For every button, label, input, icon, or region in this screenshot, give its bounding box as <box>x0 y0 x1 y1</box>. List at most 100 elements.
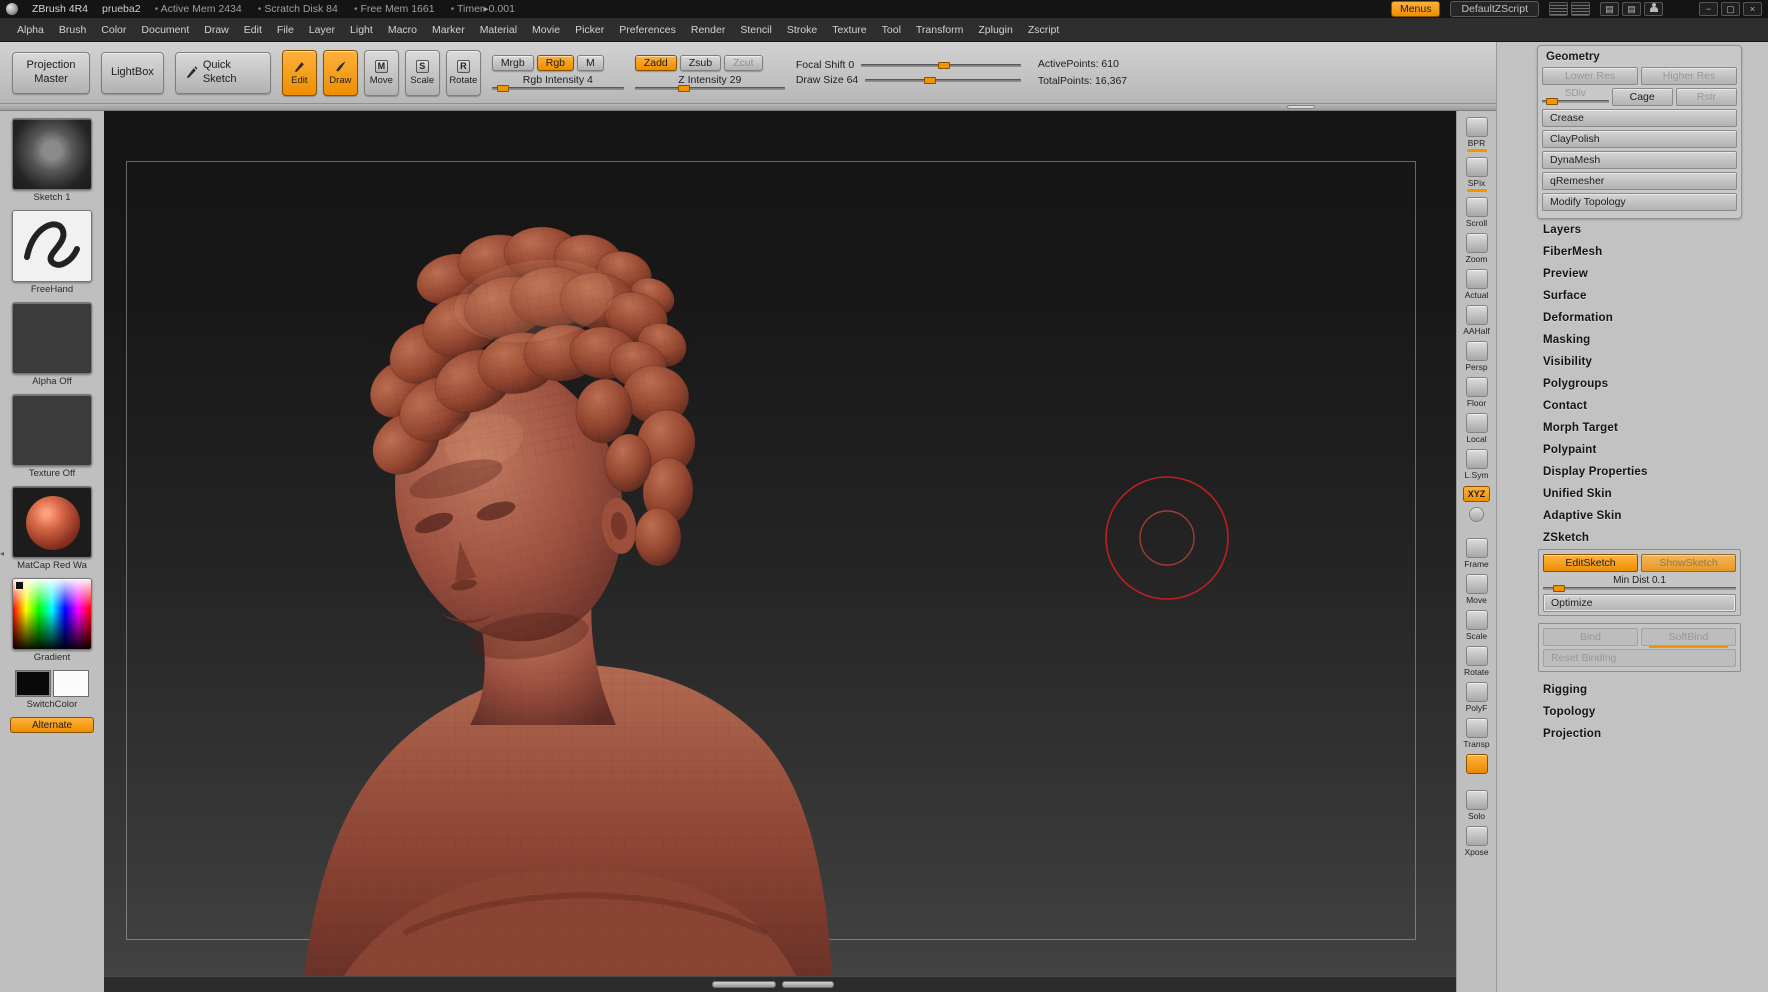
projection-master-button[interactable]: Projection Master <box>12 51 90 94</box>
palette-section[interactable]: Polypaint <box>1537 439 1742 461</box>
menu-item[interactable]: Stroke <box>784 22 820 38</box>
menu-item[interactable]: Layer <box>306 22 338 38</box>
texture-thumbnail[interactable] <box>12 394 92 466</box>
edit-sketch-button[interactable]: EditSketch <box>1543 554 1638 572</box>
toolbar-item[interactable]: XYZ <box>1457 482 1496 504</box>
stroke-selector[interactable]: FreeHand <box>10 210 94 295</box>
menu-item[interactable]: Movie <box>529 22 563 38</box>
higher-res-button[interactable]: Higher Res <box>1641 67 1737 85</box>
geometry-button[interactable]: DynaMesh <box>1542 151 1737 169</box>
geometry-button[interactable]: Crease <box>1542 109 1737 127</box>
menu-item[interactable]: Transform <box>913 22 966 38</box>
toolbar-item[interactable]: Scale <box>1457 607 1496 643</box>
palette-section[interactable]: Rigging <box>1537 679 1742 701</box>
menu-item[interactable]: Texture <box>829 22 869 38</box>
geometry-section[interactable]: Geometry <box>1542 48 1737 67</box>
menu-item[interactable]: Light <box>347 22 376 38</box>
palette-section[interactable]: Morph Target <box>1537 417 1742 439</box>
focal-shift-slider[interactable]: Focal Shift 0 <box>796 59 1021 71</box>
menu-item[interactable]: Render <box>688 22 728 38</box>
palette-section[interactable]: Preview <box>1537 263 1742 285</box>
menu-item[interactable]: Material <box>477 22 520 38</box>
toolbar-item[interactable]: Xpose <box>1457 823 1496 859</box>
color-picker[interactable]: Gradient <box>10 578 94 663</box>
main-color-swatch[interactable] <box>15 670 51 697</box>
palette-section[interactable]: FiberMesh <box>1537 241 1742 263</box>
optimize-button[interactable]: Optimize <box>1543 594 1736 612</box>
menu-item[interactable]: Marker <box>429 22 468 38</box>
menu-item[interactable]: Document <box>138 22 192 38</box>
menu-item[interactable]: Zscript <box>1025 22 1063 38</box>
slider-handle[interactable] <box>937 61 950 69</box>
rotate-mode-button[interactable]: R Rotate <box>445 49 481 96</box>
mrgb-button[interactable]: Mrgb <box>491 55 534 71</box>
slider-handle[interactable] <box>1545 98 1558 105</box>
user-icon[interactable] <box>1644 2 1663 16</box>
palette-section[interactable]: Display Properties <box>1537 461 1742 483</box>
toolbar-item[interactable]: BPR <box>1457 114 1496 154</box>
m-button[interactable]: M <box>577 55 604 71</box>
palette-section[interactable]: Contact <box>1537 395 1742 417</box>
menu-item[interactable]: Picker <box>572 22 607 38</box>
alpha-thumbnail[interactable] <box>12 302 92 374</box>
texture-selector[interactable]: Texture Off <box>10 394 94 479</box>
toolbar-item[interactable]: Floor <box>1457 374 1496 410</box>
menu-item[interactable]: Macro <box>385 22 420 38</box>
panel-bars-icon[interactable] <box>1549 2 1568 16</box>
toolbar-item[interactable] <box>1457 504 1496 535</box>
draw-mode-button[interactable]: Draw <box>322 49 358 96</box>
menu-item[interactable]: Draw <box>201 22 232 38</box>
toolbar-item[interactable]: PolyF <box>1457 679 1496 715</box>
move-mode-button[interactable]: M Move <box>363 49 399 96</box>
palette-section[interactable]: Visibility <box>1537 351 1742 373</box>
close-icon[interactable]: × <box>1743 2 1762 16</box>
toolbar-item[interactable]: SPix <box>1457 154 1496 194</box>
divider-handle[interactable] <box>1286 105 1315 109</box>
default-zscript-button[interactable]: DefaultZScript <box>1450 1 1539 17</box>
toolbar-item[interactable]: Scroll <box>1457 194 1496 230</box>
alpha-selector[interactable]: Alpha Off <box>10 302 94 387</box>
secondary-color-swatch[interactable] <box>53 670 89 697</box>
geometry-button[interactable]: Modify Topology <box>1542 193 1737 211</box>
zsketch-section[interactable]: ZSketch <box>1537 527 1742 549</box>
scale-mode-button[interactable]: S Scale <box>404 49 440 96</box>
sketch-thumbnail[interactable] <box>12 118 92 190</box>
toolbar-item[interactable]: Transp <box>1457 715 1496 751</box>
toolbar-item[interactable]: Move <box>1457 571 1496 607</box>
min-dist-slider[interactable]: Min Dist 0.1 <box>1543 575 1736 592</box>
toolbar-item[interactable] <box>1457 751 1496 787</box>
panel-bars-icon[interactable] <box>1571 2 1590 16</box>
stroke-preview-item[interactable]: Sketch 1 <box>10 118 94 203</box>
document-copy-icon[interactable]: ▤ <box>1600 2 1619 16</box>
toolbar-item[interactable]: Local <box>1457 410 1496 446</box>
alternate-button[interactable]: Alternate <box>10 717 94 733</box>
cage-button[interactable]: Cage <box>1611 88 1673 106</box>
rstr-button[interactable]: Rstr <box>1675 88 1738 106</box>
document-page-icon[interactable]: ▤ <box>1622 2 1641 16</box>
slider-handle[interactable] <box>497 85 510 92</box>
edit-mode-button[interactable]: Edit <box>281 49 317 96</box>
toolbar-item[interactable]: Rotate <box>1457 643 1496 679</box>
rgb-intensity-slider[interactable]: Rgb Intensity 4 <box>491 74 624 92</box>
palette-section[interactable]: Deformation <box>1537 307 1742 329</box>
matcap-sphere-icon[interactable] <box>12 486 92 558</box>
zsub-button[interactable]: Zsub <box>679 55 722 71</box>
toolbar-item[interactable]: Actual <box>1457 266 1496 302</box>
minimize-icon[interactable]: − <box>1699 2 1718 16</box>
menu-item[interactable]: File <box>274 22 297 38</box>
horizontal-scrollbar[interactable] <box>782 981 835 988</box>
toolbar-item[interactable]: L.Sym <box>1457 446 1496 482</box>
show-sketch-button[interactable]: ShowSketch <box>1641 554 1736 572</box>
slider-handle[interactable] <box>678 85 691 92</box>
tray-collapse-arrow[interactable]: ◂ <box>0 543 7 565</box>
zcut-button[interactable]: Zcut <box>724 55 763 71</box>
slider-handle[interactable] <box>924 76 937 84</box>
menu-item[interactable]: Zplugin <box>975 22 1015 38</box>
palette-section[interactable]: Adaptive Skin <box>1537 505 1742 527</box>
menu-item[interactable]: Brush <box>56 22 89 38</box>
palette-section[interactable]: Unified Skin <box>1537 483 1742 505</box>
soft-bind-button[interactable]: SoftBind <box>1641 628 1736 648</box>
lightbox-button[interactable]: LightBox <box>101 51 164 94</box>
canvas[interactable] <box>104 111 1456 976</box>
geometry-button[interactable]: ClayPolish <box>1542 130 1737 148</box>
